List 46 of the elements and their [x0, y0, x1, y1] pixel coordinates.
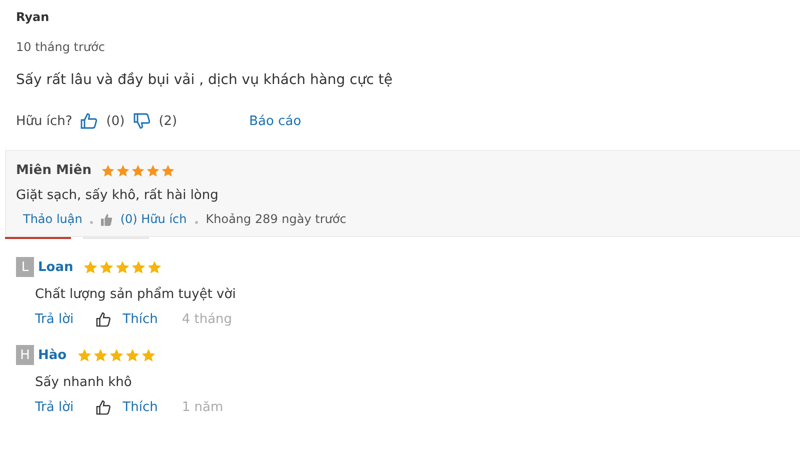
separator-dot	[90, 220, 94, 224]
like-link[interactable]: Thích	[122, 312, 158, 327]
avatar: L	[16, 257, 34, 277]
commenter-name: Hào	[38, 348, 67, 362]
star-icon	[147, 260, 162, 274]
review-time: 10 tháng trước	[16, 40, 106, 54]
review-text: Giặt sạch, sấy khô, rất hài lòng	[16, 188, 220, 203]
review-time: Khoảng 289 ngày trước	[206, 212, 346, 226]
thumbs-up-icon[interactable]	[96, 400, 111, 415]
star-icon	[131, 164, 146, 178]
reply-link[interactable]: Trả lời	[35, 400, 74, 415]
star-icon	[140, 348, 156, 362]
thumbs-down-icon[interactable]	[132, 112, 151, 130]
star-icon	[83, 260, 98, 274]
commenter-name: Loan	[38, 260, 74, 274]
reviewer-name: Ryan	[16, 10, 50, 26]
star-icon	[161, 164, 176, 178]
reply-link[interactable]: Trả lời	[35, 312, 74, 327]
helpful-link[interactable]: (0) Hữu ích	[120, 212, 187, 226]
star-icon	[115, 260, 130, 274]
reviewer-name: Miên Miên	[16, 163, 92, 178]
star-icon	[99, 260, 114, 274]
report-link[interactable]: Báo cáo	[249, 114, 302, 128]
helpful-label: Hữu ích?	[16, 114, 72, 128]
star-icon	[76, 348, 92, 362]
comment-time: 1 năm	[182, 400, 224, 415]
like-count: (0)	[106, 114, 125, 128]
avatar: H	[16, 345, 34, 365]
star-icon	[116, 164, 130, 178]
star-icon	[131, 260, 146, 274]
star-icon	[124, 348, 140, 362]
thumbs-up-icon[interactable]	[101, 212, 112, 226]
comment-text: Chất lượng sản phẩm tuyệt vời	[35, 287, 237, 302]
star-icon	[108, 348, 124, 362]
comment-time: 4 tháng	[182, 312, 232, 327]
star-icon	[92, 348, 108, 362]
thumbs-up-icon[interactable]	[96, 312, 111, 327]
discuss-link[interactable]: Thảo luận	[23, 212, 82, 226]
review-text: Sấy rất lâu và đầy bụi vải , dịch vụ khách hàng cực tệ	[16, 72, 394, 88]
dislike-count: (2)	[158, 114, 178, 128]
star-icon	[101, 164, 116, 178]
comment-text: Sấy nhanh khô	[35, 375, 133, 390]
like-link[interactable]: Thích	[122, 400, 158, 415]
thumbs-up-icon[interactable]	[80, 112, 98, 130]
separator-dot	[194, 220, 198, 224]
star-icon	[146, 164, 160, 178]
